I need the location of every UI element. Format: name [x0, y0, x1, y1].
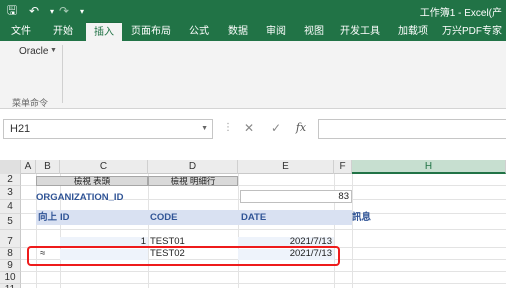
- row-header-8[interactable]: 8: [0, 248, 21, 260]
- tab-insert[interactable]: 插入: [86, 22, 122, 41]
- formula-bar: H21 ▼ ⋮ ✕ ✓ fx: [0, 118, 506, 140]
- row-header-2[interactable]: 2: [0, 174, 21, 186]
- row-header-10[interactable]: 10: [0, 272, 21, 284]
- tab-view[interactable]: 视图: [297, 22, 331, 41]
- column-header-d[interactable]: D: [148, 160, 238, 174]
- highlight-box: [27, 246, 340, 266]
- row-header-9[interactable]: 9: [0, 260, 21, 272]
- tab-page-layout[interactable]: 页面布局: [127, 22, 175, 41]
- tab-wondershare-pdf[interactable]: 万兴PDF专家: [440, 22, 504, 41]
- row-header-7[interactable]: 7: [0, 236, 21, 248]
- row-header-4[interactable]: 4: [0, 200, 21, 214]
- column-header-b[interactable]: B: [36, 160, 60, 174]
- header-message: 訊息: [352, 212, 372, 223]
- oracle-menu-button[interactable]: Oracle: [19, 46, 48, 57]
- column-header-e[interactable]: E: [238, 160, 334, 174]
- header-flag: 向上: [38, 212, 58, 223]
- column-header-f[interactable]: F: [334, 160, 352, 174]
- tab-home[interactable]: 开始: [46, 22, 80, 41]
- customize-quick-access-icon[interactable]: ▾: [74, 3, 90, 19]
- tab-add-ins[interactable]: 加载项: [392, 22, 434, 41]
- save-icon[interactable]: 🖫: [4, 3, 20, 19]
- table-header-band: [36, 210, 352, 225]
- title-bar: 🖫 ↶ ▾ ↷ ▾ 工作簿1 - Excel(产: [0, 0, 506, 22]
- ribbon-spacer: [0, 109, 506, 118]
- formula-bar-grip-icon: ⋮: [223, 122, 233, 133]
- view-detail-button[interactable]: 檢視 明細行: [148, 176, 238, 186]
- chevron-down-icon[interactable]: ▼: [50, 47, 57, 54]
- tab-formulas[interactable]: 公式: [182, 22, 216, 41]
- undo-icon[interactable]: ↶: [26, 3, 42, 19]
- tab-review[interactable]: 审阅: [259, 22, 293, 41]
- tab-file[interactable]: 文件: [4, 22, 38, 41]
- ribbon-panel: Oracle ▼ 菜单命令: [0, 41, 506, 109]
- tab-developer[interactable]: 开发工具: [336, 22, 384, 41]
- row-header-11[interactable]: 11: [0, 284, 21, 288]
- name-box-value: H21: [10, 123, 31, 135]
- table-row: [21, 272, 506, 284]
- column-header-h[interactable]: H: [352, 160, 506, 174]
- column-header-a[interactable]: A: [21, 160, 36, 174]
- organization-id-value: 83: [338, 191, 349, 202]
- redo-icon[interactable]: ↷: [56, 3, 72, 19]
- row-header-3[interactable]: 3: [0, 186, 21, 200]
- header-date: DATE: [241, 212, 267, 223]
- enter-icon[interactable]: ✓: [267, 121, 285, 137]
- header-id: ID: [60, 212, 70, 223]
- formula-input[interactable]: [318, 119, 506, 139]
- name-box[interactable]: H21 ▼: [3, 119, 213, 139]
- row-header-5[interactable]: 5: [0, 214, 21, 230]
- select-all-corner[interactable]: [0, 160, 21, 174]
- window-title: 工作簿1 - Excel(产: [419, 8, 502, 19]
- organization-id-label: ORGANIZATION_ID: [36, 192, 124, 203]
- chevron-down-icon[interactable]: ▼: [201, 125, 208, 132]
- ribbon-tabs: 文件 开始 插入 页面布局 公式 数据 审阅 视图 开发工具 加载项 万兴PDF…: [0, 22, 506, 41]
- view-header-button[interactable]: 檢視 表頭: [36, 176, 148, 186]
- header-code: CODE: [150, 212, 178, 223]
- insert-function-icon[interactable]: fx: [292, 121, 310, 137]
- tab-data[interactable]: 数据: [221, 22, 255, 41]
- column-header-c[interactable]: C: [60, 160, 148, 174]
- cancel-icon[interactable]: ✕: [240, 121, 258, 137]
- ribbon-group-divider: [62, 45, 63, 103]
- ribbon-group-label: 菜单命令: [12, 98, 49, 108]
